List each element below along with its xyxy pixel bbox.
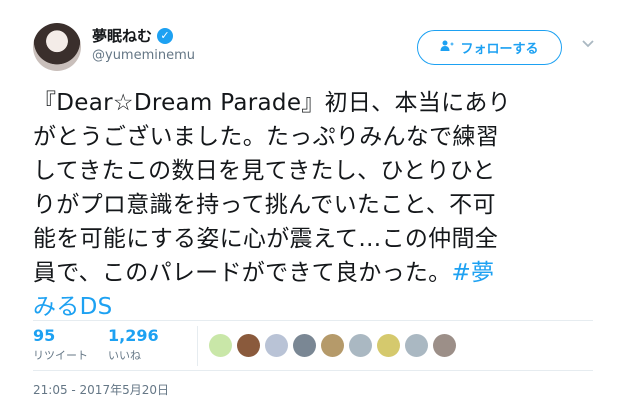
liker-avatar[interactable] <box>265 334 288 357</box>
verified-badge-icon: ✓ <box>157 28 174 44</box>
profile-avatar[interactable] <box>33 23 81 71</box>
like-stat[interactable]: 1,296 いいね <box>108 327 159 363</box>
person-add-icon <box>440 40 454 56</box>
tweet-line: してきたこの数日を見てきたし、ひとりひと <box>33 158 496 184</box>
liker-avatars <box>209 334 456 357</box>
liker-avatar[interactable] <box>433 334 456 357</box>
display-name[interactable]: 夢眠ねむ <box>92 27 152 45</box>
tweet-line: りがプロ意識を持って挑んでいたこと、不可 <box>33 192 496 218</box>
retweet-stat[interactable]: 95 リツイート <box>33 327 88 363</box>
chevron-down-icon[interactable] <box>582 38 594 50</box>
retweet-count[interactable]: 95 <box>33 327 88 345</box>
user-handle[interactable]: @yumeminemu <box>92 48 195 63</box>
like-label: いいね <box>108 349 141 362</box>
tweet-line: 員で、このパレードができて良かった。 <box>33 260 452 286</box>
liker-avatar[interactable] <box>377 334 400 357</box>
like-count[interactable]: 1,296 <box>108 327 159 345</box>
display-name-row[interactable]: 夢眠ねむ ✓ <box>92 27 195 45</box>
tweet-text: 『Dear☆Dream Parade』初日、本当にあり がとうございました。たっ… <box>33 86 589 324</box>
tweet-line: 能を可能にする姿に心が震えて…この仲間全 <box>33 226 499 252</box>
liker-avatar[interactable] <box>349 334 372 357</box>
tweet-line-with-hashtag: 員で、このパレードができて良かった。#夢 <box>33 256 589 290</box>
hashtag-link-continued[interactable]: みるDS <box>33 294 113 320</box>
tweet-line: みるDS <box>33 290 589 324</box>
tweet-stats: 95 リツイート 1,296 いいね <box>33 327 179 363</box>
divider <box>33 370 593 371</box>
user-header: 夢眠ねむ ✓ @yumeminemu <box>92 27 195 63</box>
hashtag-link[interactable]: #夢 <box>451 260 494 286</box>
divider <box>33 320 593 321</box>
liker-avatar[interactable] <box>209 334 232 357</box>
retweet-label: リツイート <box>33 349 88 362</box>
liker-avatar[interactable] <box>321 334 344 357</box>
tweet-line: 『Dear☆Dream Parade』初日、本当にあり <box>33 90 511 116</box>
liker-avatar[interactable] <box>405 334 428 357</box>
follow-button[interactable]: フォローする <box>417 30 562 65</box>
tweet-line: がとうございました。たっぷりみんなで練習 <box>33 124 499 150</box>
stats-separator <box>197 326 198 366</box>
liker-avatar[interactable] <box>237 334 260 357</box>
tweet-timestamp[interactable]: 21:05 - 2017年5月20日 <box>33 381 169 398</box>
liker-avatar[interactable] <box>293 334 316 357</box>
follow-button-label: フォローする <box>460 42 539 57</box>
